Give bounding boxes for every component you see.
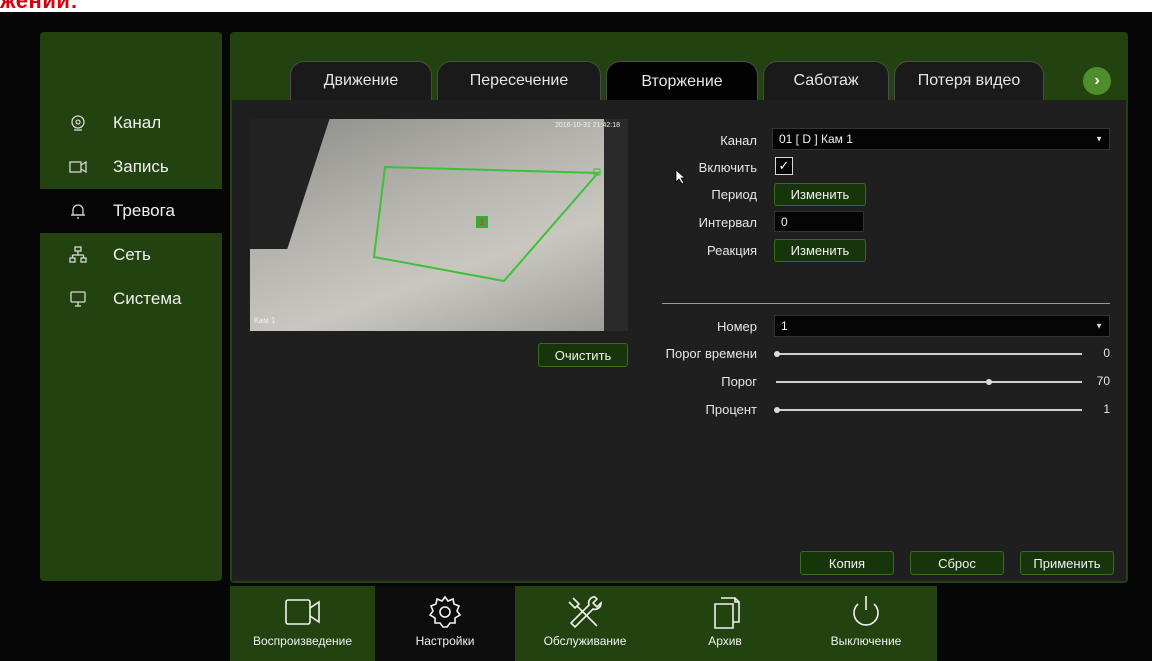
time-threshold-value: 0 [1103,346,1110,360]
tab-motion[interactable]: Движение [290,61,432,100]
power-icon [853,596,879,626]
percent-label: Процент [705,402,757,417]
reaction-edit-button[interactable]: Изменить [774,239,866,262]
record-icon [68,157,88,177]
gear-icon [428,595,462,628]
bell-icon [68,201,88,221]
bottom-item-label: Выключение [830,634,902,648]
time-threshold-slider[interactable] [776,353,1082,355]
tab-intrusion[interactable]: Вторжение [606,61,758,102]
tools-icon [568,596,602,629]
tab-video-loss[interactable]: Потеря видео [894,61,1044,100]
sidebar-item-label: Сеть [113,245,151,264]
channel-label: Канал [720,133,757,148]
sidebar-item-label: Запись [113,157,169,176]
tab-line-crossing[interactable]: Пересечение [437,61,601,100]
sidebar: Канал Запись Тревога Сеть Система [40,32,222,581]
tab-bar: Движение Пересечение Вторжение Саботаж П… [230,32,1128,102]
bottom-item-label: Архив [708,634,742,648]
threshold-slider[interactable] [776,381,1082,383]
camera-preview[interactable]: 1 2016-10-31 21:42:18 Кам 1 [250,119,628,331]
enable-checkbox[interactable]: ✓ [775,157,793,175]
sidebar-item-label: Тревога [113,201,175,220]
threshold-slider-knob[interactable] [986,379,992,385]
network-icon [68,245,88,265]
sidebar-item-record[interactable]: Запись [40,145,222,189]
sidebar-item-label: Канал [113,113,162,132]
tab-tampering[interactable]: Саботаж [763,61,889,100]
settings-panel: Движение Пересечение Вторжение Саботаж П… [230,32,1128,583]
percent-slider[interactable] [776,409,1082,411]
chevron-right-icon[interactable]: › [1083,67,1111,95]
sidebar-item-label: Система [113,289,182,308]
chevron-down-icon: ▼ [1095,134,1103,144]
clear-zone-button[interactable]: Очистить [538,343,628,367]
bottom-item-shutdown[interactable]: Выключение [795,586,937,661]
reaction-label: Реакция [707,243,757,258]
interval-value: 0 [781,214,788,229]
interval-label: Интервал [698,215,757,230]
apply-button[interactable]: Применить [1020,551,1114,575]
monitor-icon [68,289,88,309]
video-camera-icon [284,599,320,625]
number-value: 1 [781,319,788,333]
sidebar-item-alarm[interactable]: Тревога [40,189,222,233]
sidebar-item-channel[interactable]: Канал [40,101,222,145]
time-threshold-label: Порог времени [665,346,757,361]
reset-button[interactable]: Сброс [910,551,1004,575]
chevron-down-icon: ▼ [1095,321,1103,331]
threshold-value: 70 [1096,374,1110,388]
bottom-item-maintenance[interactable]: Обслуживание [515,586,655,661]
bottom-item-label: Воспроизведение [252,634,353,648]
percent-slider-knob[interactable] [774,407,780,413]
bottom-item-label: Обслуживание [543,634,627,648]
bottom-item-archive[interactable]: Архив [655,586,795,661]
bottom-item-playback[interactable]: Воспроизведение [230,586,375,661]
files-icon [714,597,740,629]
copy-button[interactable]: Копия [800,551,894,575]
number-label: Номер [716,319,757,334]
percent-value: 1 [1103,402,1110,416]
sidebar-item-network[interactable]: Сеть [40,233,222,277]
period-label: Период [711,187,757,202]
number-select[interactable]: 1 ▼ [774,315,1110,337]
zone-number-marker[interactable]: 1 [476,216,488,228]
channel-select[interactable]: 01 [ D ] Кам 1 ▼ [772,128,1110,150]
time-threshold-slider-knob[interactable] [774,351,780,357]
bottom-item-label: Настройки [415,634,475,648]
section-divider [662,303,1110,304]
interval-input[interactable]: 0 [774,211,864,232]
bottom-item-settings[interactable]: Настройки [375,586,515,661]
sidebar-item-system[interactable]: Система [40,277,222,321]
camera-overlay-name: Кам 1 [254,316,276,325]
threshold-label: Порог [721,374,757,389]
dvr-screen: Канал Запись Тревога Сеть Система Движен… [0,12,1152,661]
camera-icon [68,113,88,133]
channel-value: 01 [ D ] Кам 1 [779,132,853,146]
mouse-cursor-icon [675,169,687,185]
bottom-menu-bar: Воспроизведение Настройки Обслуживание А… [230,586,937,661]
intrusion-zone[interactable] [250,119,628,331]
camera-timestamp: 2016-10-31 21:42:18 [555,122,620,129]
check-icon: ✓ [778,158,790,173]
period-edit-button[interactable]: Изменить [774,183,866,206]
